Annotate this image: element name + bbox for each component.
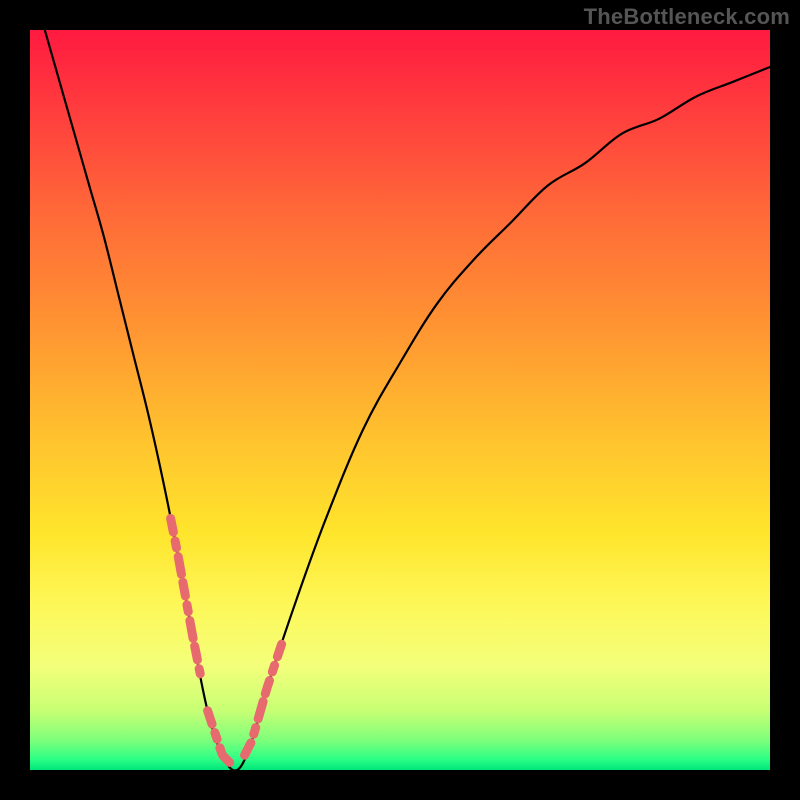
bottleneck-curve bbox=[30, 30, 770, 770]
highlight-segment bbox=[171, 518, 201, 673]
watermark-text: TheBottleneck.com bbox=[584, 4, 790, 30]
plot-area bbox=[30, 30, 770, 770]
chart-frame: TheBottleneck.com bbox=[0, 0, 800, 800]
highlight-segment bbox=[245, 644, 282, 755]
highlight-segment bbox=[208, 711, 230, 763]
